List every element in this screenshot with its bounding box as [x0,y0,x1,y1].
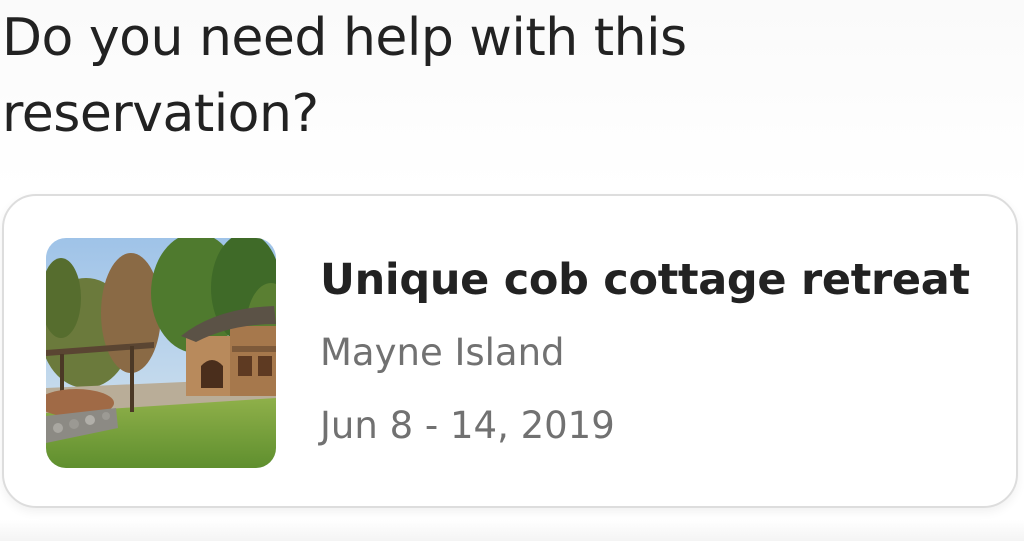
reservation-card[interactable]: Unique cob cottage retreat Mayne Island … [2,194,1018,508]
cottage-photo-illustration [46,238,276,468]
reservation-dates: Jun 8 - 14, 2019 [320,404,615,447]
footer-background [0,520,1024,541]
listing-photo [46,238,276,468]
heading-line-1: Do you need help with this [2,8,687,68]
heading-line-2: reservation? [2,84,319,144]
listing-title: Unique cob cottage retreat [320,255,970,305]
page-heading: Do you need help with this reservation? [2,0,687,152]
listing-location: Mayne Island [320,331,565,374]
